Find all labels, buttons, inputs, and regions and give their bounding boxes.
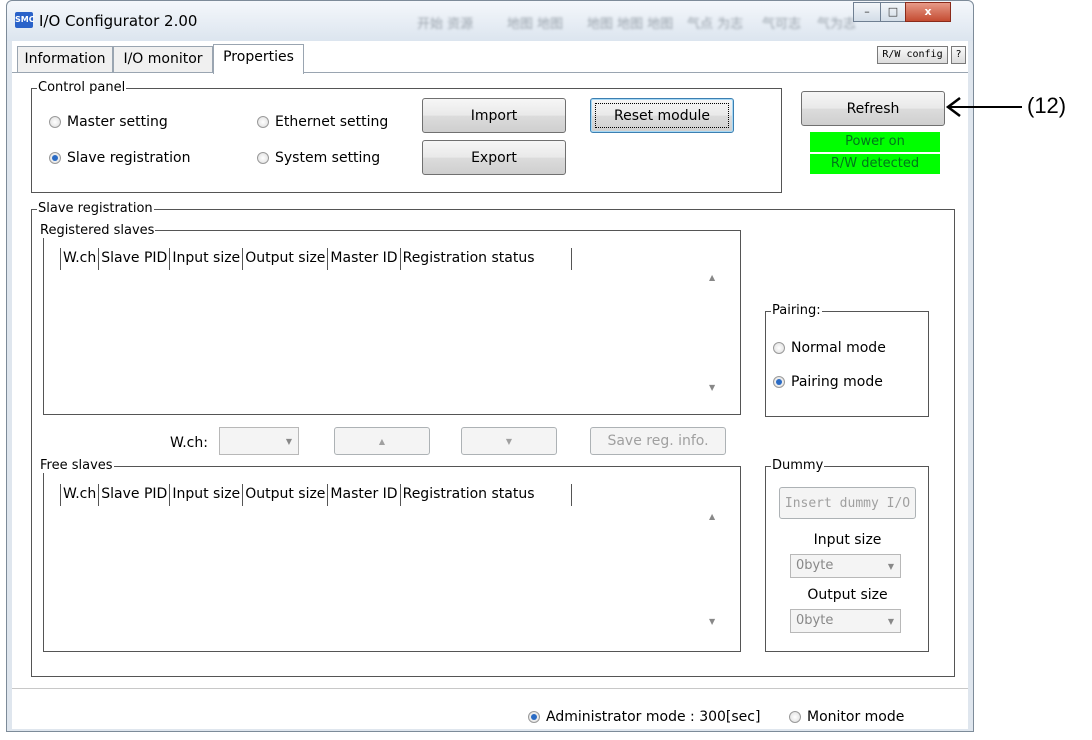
- column-header[interactable]: Registration status: [399, 248, 571, 270]
- master-setting-radio[interactable]: Master setting: [49, 114, 168, 130]
- chevron-down-icon: ▼: [887, 617, 894, 626]
- free-slaves-label: Free slaves: [39, 458, 114, 473]
- column-header[interactable]: Output size: [242, 484, 327, 506]
- move-down-button[interactable]: ▼: [461, 427, 557, 455]
- system-setting-label: System setting: [275, 150, 381, 166]
- master-setting-label: Master setting: [67, 114, 168, 130]
- maximize-button[interactable]: □: [880, 2, 906, 22]
- administrator-mode-label: Administrator mode : 300[sec]: [546, 709, 761, 725]
- scroll-up-arrow-icon[interactable]: ▲: [709, 273, 715, 282]
- column-header[interactable]: Master ID: [327, 484, 399, 506]
- column-header[interactable]: W.ch: [60, 248, 98, 270]
- client-area: Information I/O monitor Properties R/W c…: [12, 41, 968, 729]
- move-up-button[interactable]: ▲: [334, 427, 430, 455]
- power-status-indicator: Power on: [810, 132, 940, 152]
- background-text: 气为志: [817, 17, 857, 32]
- radio-unchecked-icon: [789, 711, 801, 723]
- radio-checked-icon: [773, 376, 785, 388]
- close-button[interactable]: x: [905, 2, 951, 22]
- pairing-mode-radio[interactable]: Pairing mode: [773, 374, 883, 390]
- input-size-value: 0byte: [796, 558, 834, 573]
- insert-dummy-io-button[interactable]: Insert dummy I/O: [779, 487, 916, 519]
- column-header[interactable]: Registration status: [399, 484, 571, 506]
- wch-dropdown[interactable]: ▼: [219, 427, 299, 455]
- output-size-value: 0byte: [796, 613, 834, 628]
- radio-unchecked-icon: [49, 116, 61, 128]
- input-size-label: Input size: [813, 532, 882, 548]
- background-text: 气可志: [762, 17, 802, 32]
- reset-module-label: Reset module: [613, 107, 711, 124]
- normal-mode-radio[interactable]: Normal mode: [773, 340, 886, 356]
- background-text: 地图 地图 地图: [587, 17, 674, 32]
- radio-unchecked-icon: [257, 152, 269, 164]
- pairing-group: [765, 311, 929, 417]
- tab-io-monitor[interactable]: I/O monitor: [113, 46, 213, 72]
- background-text: 地图 地图: [507, 17, 564, 32]
- slave-registration-label: Slave registration: [67, 150, 191, 166]
- column-header[interactable]: Slave PID: [98, 484, 169, 506]
- app-icon: SMC: [15, 12, 35, 28]
- column-header[interactable]: W.ch: [60, 484, 98, 506]
- rw-status-indicator: R/W detected: [810, 154, 940, 174]
- radio-checked-icon: [49, 152, 61, 164]
- save-reg-info-button[interactable]: Save reg. info.: [590, 427, 726, 455]
- column-header[interactable]: Slave PID: [98, 248, 169, 270]
- title-bar[interactable]: SMC I/O Configurator 2.00 开始 资源 地图 地图 地图…: [7, 1, 973, 41]
- chevron-down-icon: ▼: [285, 437, 292, 446]
- rw-config-button[interactable]: R/W config: [877, 46, 948, 64]
- refresh-button[interactable]: Refresh: [801, 91, 945, 126]
- wch-label: W.ch:: [170, 435, 208, 451]
- output-size-label: Output size: [807, 587, 888, 603]
- pairing-label: Pairing:: [771, 303, 822, 318]
- chevron-down-icon: ▼: [887, 562, 894, 571]
- slave-registration-radio[interactable]: Slave registration: [49, 150, 190, 166]
- window-title: I/O Configurator 2.00: [39, 12, 198, 30]
- tab-properties[interactable]: Properties: [213, 44, 304, 74]
- scroll-down-arrow-icon[interactable]: ▼: [709, 617, 715, 626]
- scroll-up-arrow-icon[interactable]: ▲: [709, 512, 715, 521]
- left-arrow-icon: [945, 97, 1022, 117]
- free-slaves-header: W.ch Slave PID Input size Output size Ma…: [60, 484, 572, 506]
- pairing-mode-label: Pairing mode: [791, 374, 883, 390]
- column-header[interactable]: Input size: [169, 484, 242, 506]
- radio-unchecked-icon: [773, 342, 785, 354]
- system-setting-radio[interactable]: System setting: [257, 150, 380, 166]
- ethernet-setting-radio[interactable]: Ethernet setting: [257, 114, 388, 130]
- control-panel-label: Control panel: [37, 80, 127, 95]
- reset-module-button[interactable]: Reset module: [590, 98, 734, 133]
- tab-divider: [12, 72, 968, 73]
- monitor-mode-radio[interactable]: Monitor mode: [789, 709, 904, 725]
- slave-registration-group-label: Slave registration: [37, 201, 154, 216]
- ethernet-setting-label: Ethernet setting: [275, 114, 389, 130]
- administrator-mode-radio[interactable]: Administrator mode : 300[sec]: [528, 709, 760, 725]
- minimize-button[interactable]: –: [853, 2, 881, 22]
- export-button[interactable]: Export: [422, 140, 566, 175]
- output-size-dropdown[interactable]: 0byte ▼: [790, 609, 901, 633]
- radio-unchecked-icon: [257, 116, 269, 128]
- column-header[interactable]: Master ID: [327, 248, 399, 270]
- app-window: SMC I/O Configurator 2.00 开始 资源 地图 地图 地图…: [6, 0, 974, 732]
- dummy-label: Dummy: [771, 458, 825, 473]
- monitor-mode-label: Monitor mode: [807, 709, 905, 725]
- tab-information[interactable]: Information: [17, 46, 113, 72]
- background-text: 开始 资源: [417, 17, 474, 32]
- registered-slaves-header: W.ch Slave PID Input size Output size Ma…: [60, 248, 572, 270]
- column-header[interactable]: Input size: [169, 248, 242, 270]
- input-size-dropdown[interactable]: 0byte ▼: [790, 554, 901, 578]
- column-header[interactable]: Output size: [242, 248, 327, 270]
- footer-divider: [12, 688, 968, 689]
- scroll-down-arrow-icon[interactable]: ▼: [709, 383, 715, 392]
- normal-mode-label: Normal mode: [791, 340, 886, 356]
- background-text: 气点 为志: [687, 17, 744, 32]
- import-button[interactable]: Import: [422, 98, 566, 133]
- registered-slaves-label: Registered slaves: [39, 223, 156, 238]
- callout-label: (12): [1027, 93, 1067, 118]
- radio-checked-icon: [528, 711, 540, 723]
- help-button[interactable]: ?: [951, 46, 966, 64]
